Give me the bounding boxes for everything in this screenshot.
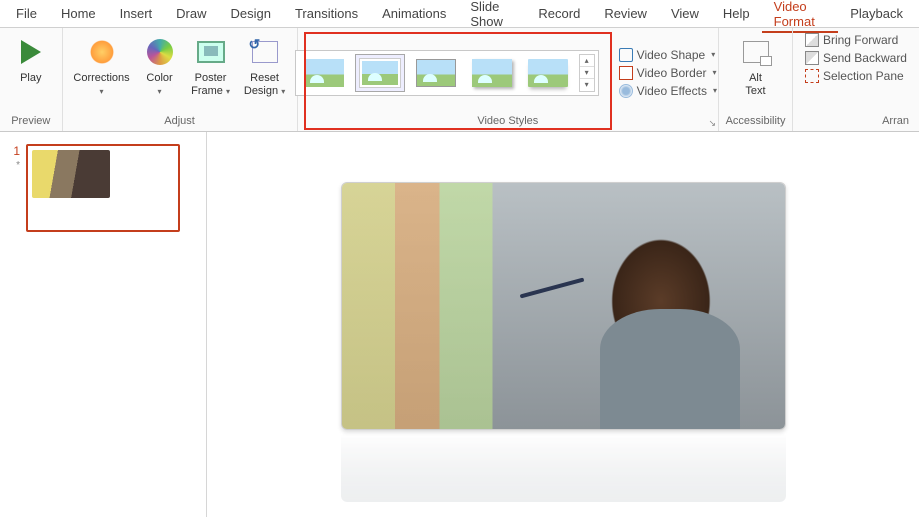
poster-frame-icon bbox=[195, 36, 227, 68]
slide-thumbnail-1[interactable]: 1 * bbox=[8, 144, 198, 232]
reset-label-1: Reset bbox=[250, 72, 279, 84]
video-style-1[interactable] bbox=[299, 54, 349, 92]
alt-text-button[interactable]: AltText bbox=[735, 32, 777, 97]
gallery-down-button[interactable]: ▾ bbox=[580, 67, 594, 79]
video-effects-label: Video Effects bbox=[637, 84, 707, 98]
menu-review[interactable]: Review bbox=[592, 2, 659, 25]
video-border-button[interactable]: Video Border ▾ bbox=[615, 65, 721, 81]
send-backward-label: Send Backward bbox=[823, 51, 907, 65]
video-style-4[interactable] bbox=[467, 54, 517, 92]
alt-label-2: Text bbox=[745, 85, 765, 97]
effects-icon bbox=[619, 84, 633, 98]
group-video-styles: ▴ ▾ ▾ Video Shape ▾ Video Border ▾ Video E… bbox=[298, 28, 720, 131]
corrections-button[interactable]: Corrections ▾ bbox=[71, 32, 133, 97]
video-style-2[interactable] bbox=[355, 54, 405, 92]
reset-icon bbox=[249, 36, 281, 68]
video-reflection bbox=[341, 432, 786, 502]
gallery-more-button[interactable]: ▾ bbox=[580, 79, 594, 91]
group-label-preview: Preview bbox=[11, 113, 50, 129]
color-button[interactable]: Color ▾ bbox=[139, 32, 181, 97]
menu-view[interactable]: View bbox=[659, 2, 711, 25]
animation-indicator-icon: * bbox=[16, 160, 20, 171]
menu-home[interactable]: Home bbox=[49, 2, 108, 25]
video-style-5[interactable] bbox=[523, 54, 573, 92]
reset-label-2: Design bbox=[244, 85, 278, 97]
slide-canvas[interactable] bbox=[207, 132, 919, 517]
group-arrange: Bring Forward Send Backward Selection Pa… bbox=[793, 28, 919, 131]
bring-forward-label: Bring Forward bbox=[823, 33, 898, 47]
alt-label-1: Alt bbox=[749, 72, 762, 84]
selection-pane-label: Selection Pane bbox=[823, 69, 904, 83]
send-backward-button[interactable]: Send Backward bbox=[801, 50, 911, 66]
play-button[interactable]: Play bbox=[7, 32, 55, 85]
border-icon bbox=[619, 66, 633, 80]
sun-icon bbox=[86, 36, 118, 68]
bring-forward-icon bbox=[805, 33, 819, 47]
poster-frame-label-1: Poster bbox=[195, 72, 227, 84]
menu-record[interactable]: Record bbox=[526, 2, 592, 25]
menu-insert[interactable]: Insert bbox=[108, 2, 165, 25]
send-backward-icon bbox=[805, 51, 819, 65]
video-effects-button[interactable]: Video Effects ▾ bbox=[615, 83, 721, 99]
chevron-down-icon: ▾ bbox=[226, 87, 230, 96]
chevron-down-icon: ▾ bbox=[281, 87, 285, 96]
chevron-down-icon: ▾ bbox=[100, 87, 104, 96]
selection-pane-icon bbox=[805, 69, 819, 83]
slide-number: 1 bbox=[8, 144, 20, 158]
group-label-adjust: Adjust bbox=[164, 113, 195, 129]
group-label-accessibility: Accessibility bbox=[726, 113, 786, 129]
menu-design[interactable]: Design bbox=[219, 2, 283, 25]
chevron-down-icon: ▾ bbox=[158, 87, 162, 96]
play-label: Play bbox=[20, 72, 41, 85]
slide-thumbnail-image bbox=[26, 144, 180, 232]
group-label-arrange: Arran bbox=[882, 113, 911, 129]
menu-file[interactable]: File bbox=[4, 2, 49, 25]
chevron-down-icon: ▾ bbox=[713, 86, 717, 95]
video-style-3[interactable] bbox=[411, 54, 461, 92]
color-label: Color bbox=[146, 72, 172, 84]
gallery-up-button[interactable]: ▴ bbox=[580, 55, 594, 67]
group-accessibility: AltText Accessibility bbox=[719, 28, 793, 131]
slide-thumbnail-panel: 1 * bbox=[0, 132, 207, 517]
video-border-label: Video Border bbox=[637, 66, 707, 80]
video-content bbox=[342, 183, 785, 429]
chevron-down-icon: ▾ bbox=[713, 68, 717, 77]
video-object[interactable] bbox=[341, 182, 786, 430]
play-icon bbox=[15, 36, 47, 68]
menu-draw[interactable]: Draw bbox=[164, 2, 218, 25]
workspace: 1 * bbox=[0, 132, 919, 517]
gallery-spinner: ▴ ▾ ▾ bbox=[579, 54, 595, 92]
corrections-label: Corrections bbox=[73, 72, 129, 84]
group-adjust: Corrections ▾ Color ▾ PosterFrame ▾ ResetD… bbox=[63, 28, 298, 131]
video-shape-button[interactable]: Video Shape ▾ bbox=[615, 47, 721, 63]
alt-text-icon bbox=[740, 36, 772, 68]
group-label-video-styles: Video Styles bbox=[477, 113, 538, 129]
reset-design-button[interactable]: ResetDesign ▾ bbox=[241, 32, 289, 97]
video-styles-gallery: ▴ ▾ ▾ bbox=[295, 50, 599, 96]
menu-bar: FileHomeInsertDrawDesignTransitionsAnima… bbox=[0, 0, 919, 28]
shape-icon bbox=[619, 48, 633, 62]
poster-frame-button[interactable]: PosterFrame ▾ bbox=[187, 32, 235, 97]
chevron-down-icon: ▾ bbox=[711, 50, 715, 59]
menu-playback[interactable]: Playback bbox=[838, 2, 915, 25]
group-preview: Play Preview bbox=[0, 28, 63, 131]
poster-frame-label-2: Frame bbox=[191, 85, 223, 97]
menu-help[interactable]: Help bbox=[711, 2, 762, 25]
selection-pane-button[interactable]: Selection Pane bbox=[801, 68, 911, 84]
color-icon bbox=[144, 36, 176, 68]
video-shape-label: Video Shape bbox=[637, 48, 706, 62]
menu-transitions[interactable]: Transitions bbox=[283, 2, 370, 25]
video-styles-launcher[interactable]: ↘ bbox=[709, 118, 717, 129]
ribbon: Play Preview Corrections ▾ Color ▾ PosterF… bbox=[0, 28, 919, 132]
menu-animations[interactable]: Animations bbox=[370, 2, 458, 25]
bring-forward-button[interactable]: Bring Forward bbox=[801, 32, 911, 48]
